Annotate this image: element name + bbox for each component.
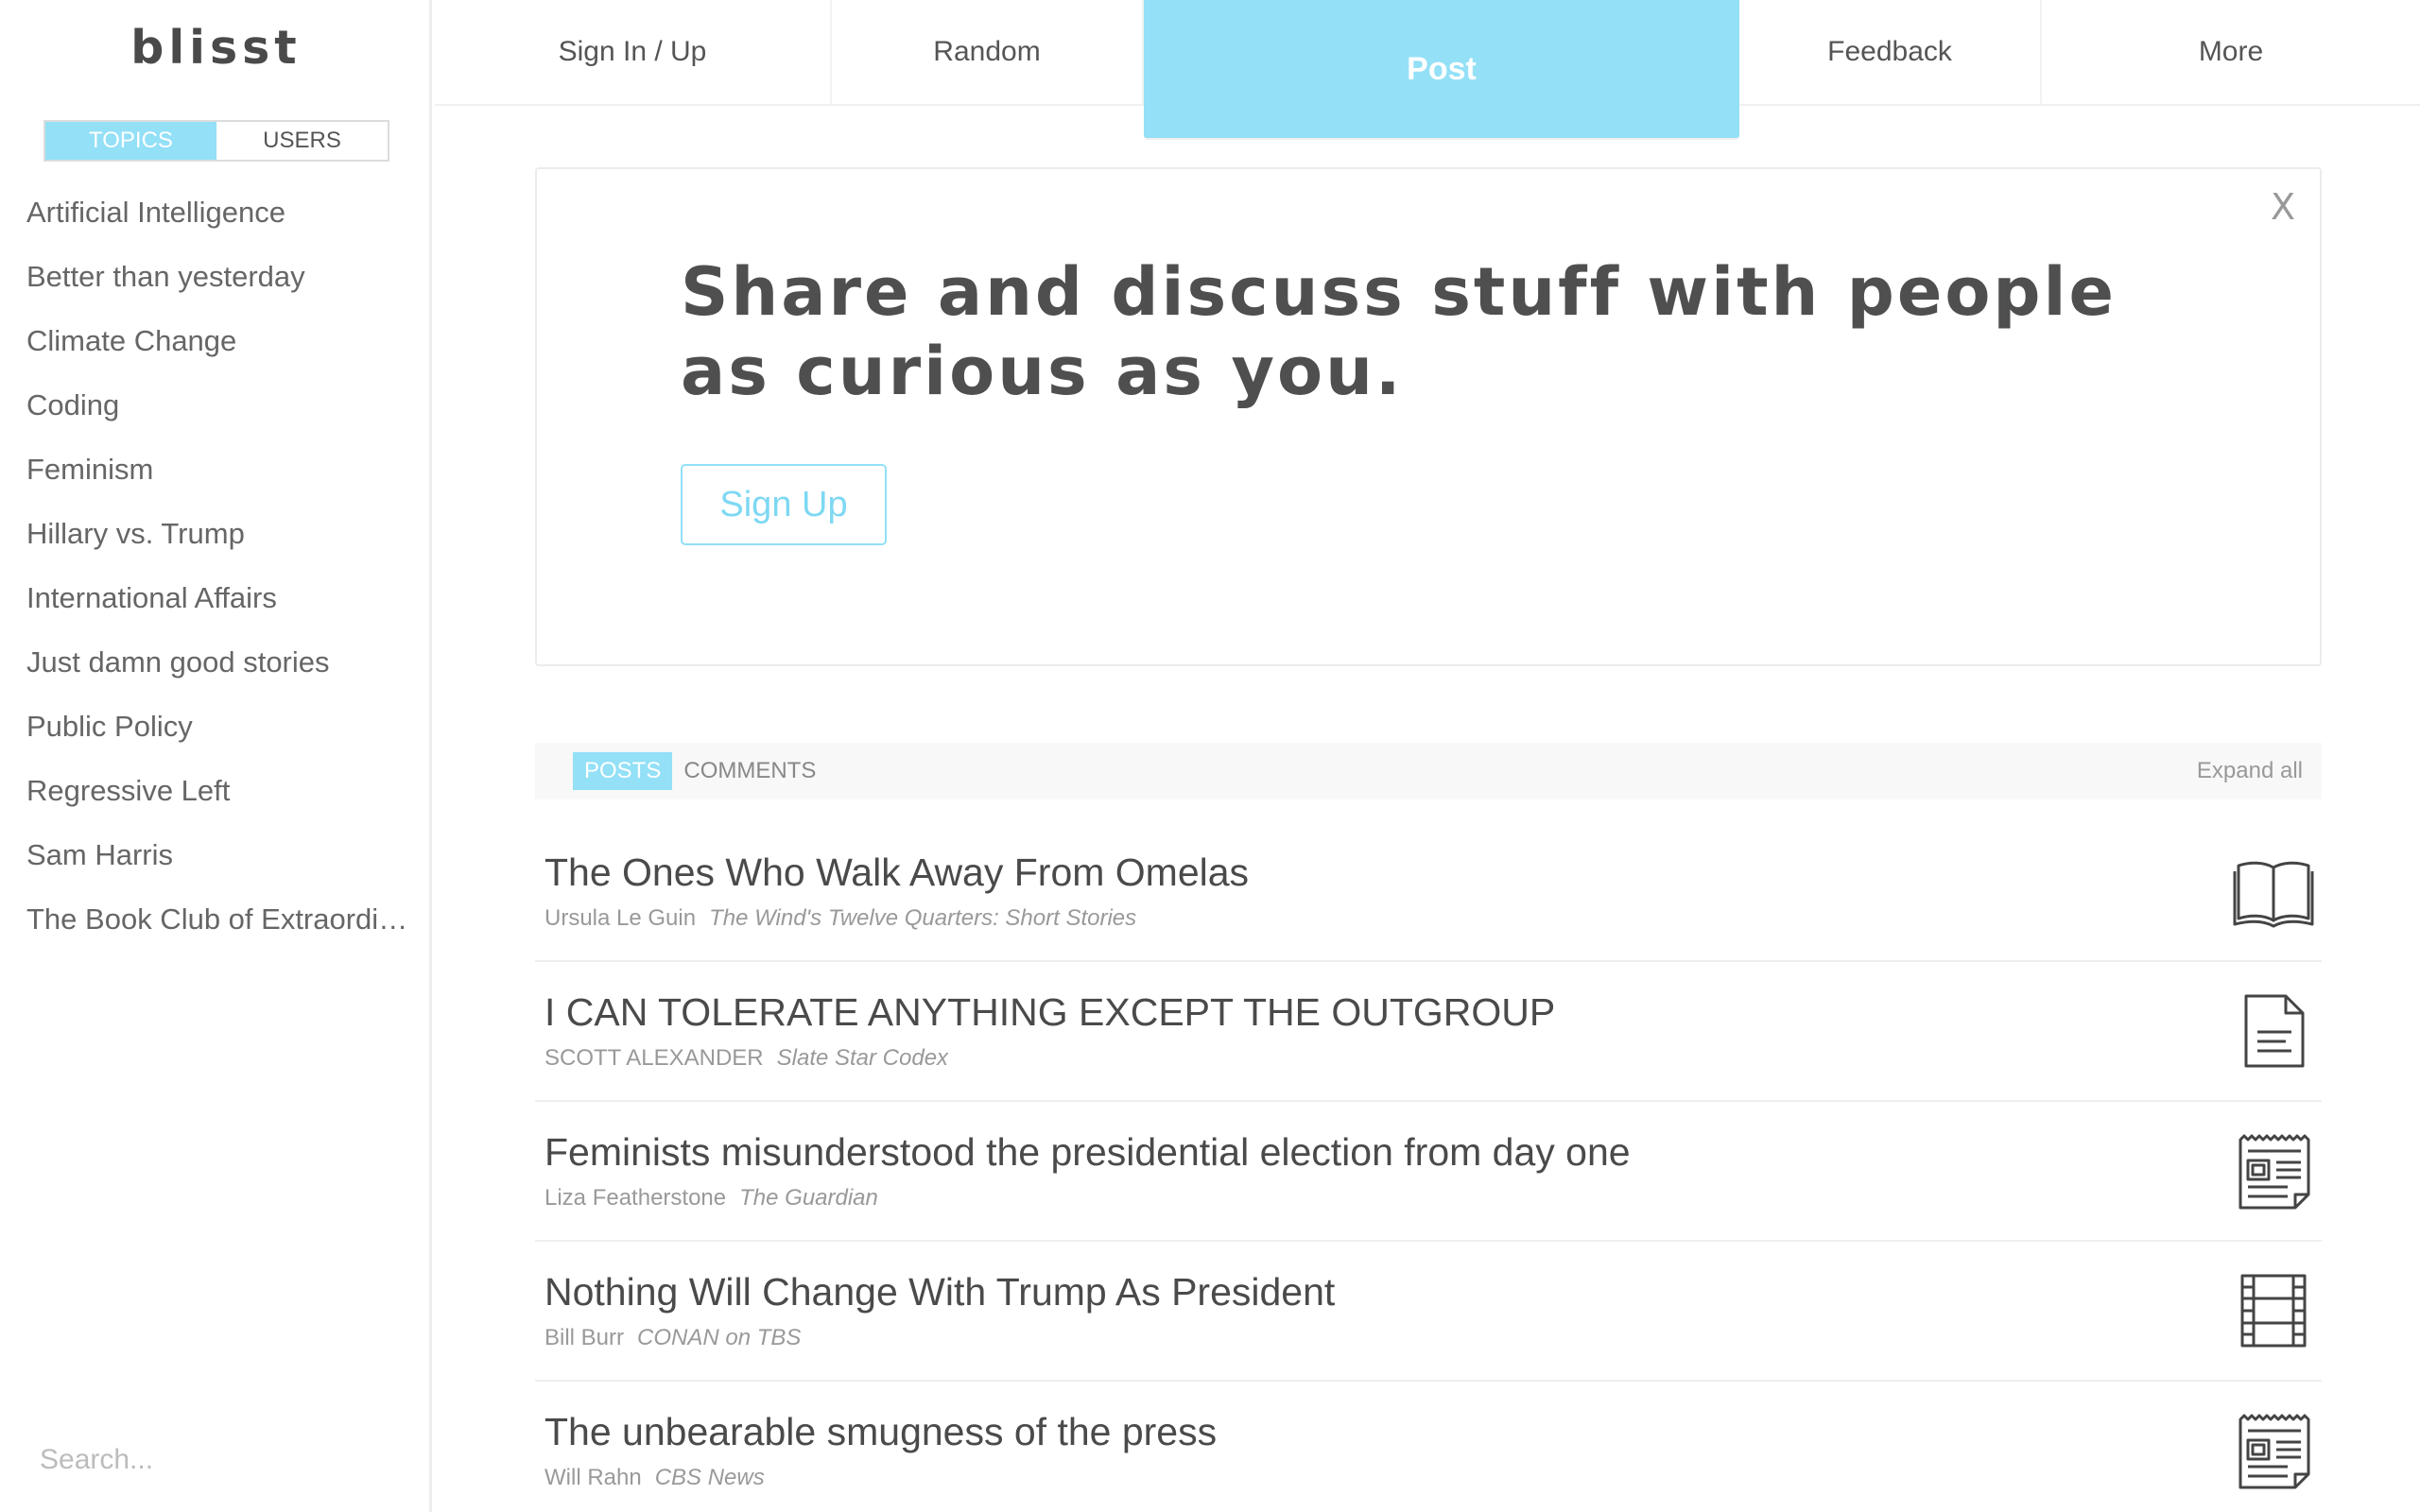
welcome-banner: X Share and discuss stuff with people as… [535,167,2322,666]
post-title[interactable]: I CAN TOLERATE ANYTHING EXCEPT THE OUTGR… [544,990,1555,1035]
banner-headline: Share and discuss stuff with people as c… [681,253,2118,410]
post-source: CONAN on TBS [637,1325,802,1350]
post-source: CBS News [654,1465,765,1490]
post-title[interactable]: The unbearable smugness of the press [544,1410,1217,1454]
post-author: Will Rahn [544,1465,642,1490]
sidebar-item-topic[interactable]: Artificial Intelligence [26,189,410,253]
expand-all-link[interactable]: Expand all [2197,758,2303,784]
feed-tabs: POSTS COMMENTS Expand all [535,743,2322,799]
list-item[interactable]: The Ones Who Walk Away From Omelas Ursul… [535,822,2322,962]
close-icon[interactable]: X [2271,186,2295,228]
post-author: SCOTT ALEXANDER [544,1045,764,1071]
list-item[interactable]: The unbearable smugness of the press Wil… [535,1382,2322,1512]
post-meta: Ursula Le Guin The Wind's Twelve Quarters… [544,905,1136,932]
post-author: Bill Burr [544,1325,625,1350]
nav-post-button[interactable]: Post [1144,0,1739,140]
sidebar-item-topic[interactable]: International Affairs [26,575,410,639]
post-source: The Wind's Twelve Quarters: Short Storie… [709,905,1137,931]
signup-button[interactable]: Sign Up [681,464,887,545]
sidebar-item-topic[interactable]: Feminism [26,446,410,510]
sidebar-item-topic[interactable]: The Book Club of Extraordinary Ideas [26,896,410,960]
post-author: Ursula Le Guin [544,905,697,931]
post-title[interactable]: Nothing Will Change With Trump As Presid… [544,1270,1335,1314]
tab-users[interactable]: USERS [216,122,388,160]
app-logo[interactable]: blisst [0,21,432,75]
post-source: The Guardian [739,1185,878,1211]
post-meta: Liza Featherstone The Guardian [544,1185,878,1211]
nav-random[interactable]: Random [832,0,1144,104]
post-author: Liza Featherstone [544,1185,727,1211]
sidebar-item-topic[interactable]: Sam Harris [26,832,410,896]
sidebar-item-topic[interactable]: Regressive Left [26,767,410,832]
top-nav: Sign In / Up Random Post Feedback More [435,0,2420,140]
film-icon [2233,1270,2314,1351]
post-meta: Will Rahn CBS News [544,1465,765,1491]
sidebar: blisst TOPICS USERS Artificial Intellige… [0,0,432,1512]
tab-posts[interactable]: POSTS [573,752,673,790]
sidebar-item-topic[interactable]: Hillary vs. Trump [26,510,410,575]
tab-comments[interactable]: COMMENTS [672,752,827,790]
post-title[interactable]: The Ones Who Walk Away From Omelas [544,850,1249,895]
nav-signin[interactable]: Sign In / Up [435,0,832,104]
sidebar-item-topic[interactable]: Just damn good stories [26,639,410,703]
document-icon [2233,990,2314,1072]
nav-feedback[interactable]: Feedback [1739,0,2042,104]
post-meta: SCOTT ALEXANDER Slate Star Codex [544,1045,948,1072]
post-meta: Bill Burr CONAN on TBS [544,1325,801,1351]
post-title[interactable]: Feminists misunderstood the presidential… [544,1130,1631,1175]
sidebar-item-topic[interactable]: Climate Change [26,318,410,382]
sidebar-item-topic[interactable]: Public Policy [26,703,410,767]
list-item[interactable]: Feminists misunderstood the presidential… [535,1102,2322,1242]
topic-list: Artificial Intelligence Better than yest… [26,189,410,960]
list-item[interactable]: Nothing Will Change With Trump As Presid… [535,1242,2322,1382]
search-input[interactable] [40,1436,399,1484]
sidebar-toggle: TOPICS USERS [43,120,389,162]
nav-more[interactable]: More [2042,0,2420,104]
list-item[interactable]: I CAN TOLERATE ANYTHING EXCEPT THE OUTGR… [535,962,2322,1102]
newspaper-icon [2233,1130,2314,1211]
newspaper-icon [2233,1410,2314,1491]
sidebar-item-topic[interactable]: Coding [26,382,410,446]
tab-topics[interactable]: TOPICS [45,122,216,160]
post-source: Slate Star Codex [776,1045,949,1071]
sidebar-item-topic[interactable]: Better than yesterday [26,253,410,318]
book-icon [2233,850,2314,932]
post-list: The Ones Who Walk Away From Omelas Ursul… [535,822,2322,1512]
